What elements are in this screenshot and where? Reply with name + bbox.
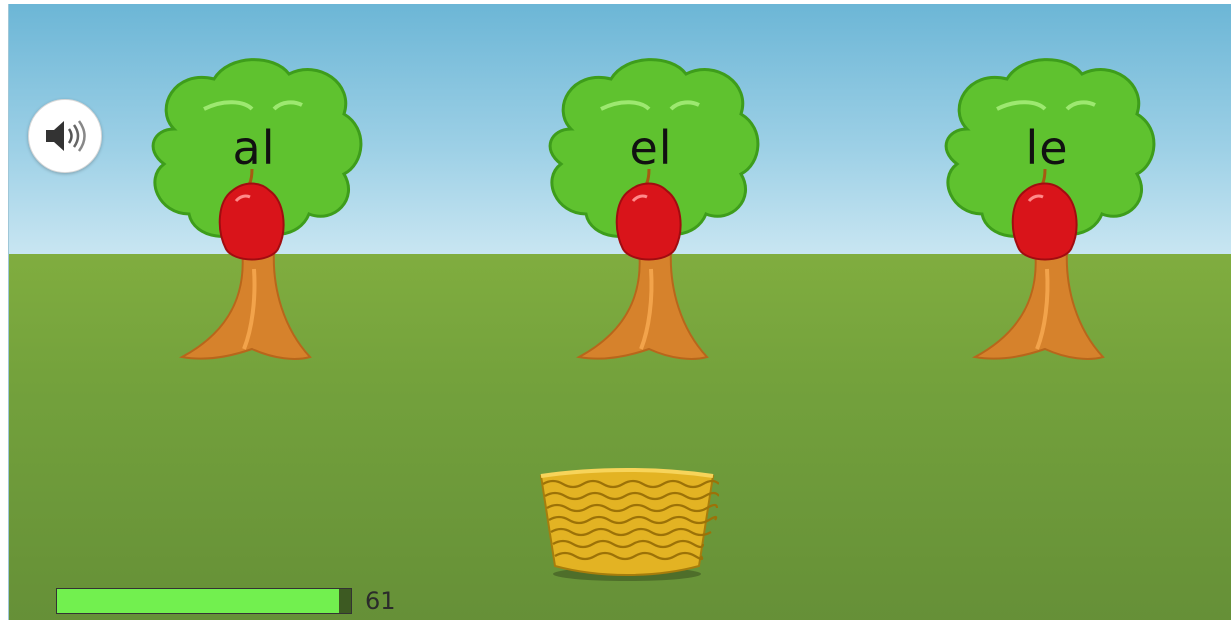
tree-icon (151, 58, 363, 360)
tree-word-1[interactable]: al (134, 49, 374, 369)
sound-button[interactable] (28, 99, 102, 173)
tree-word-label: el (629, 121, 673, 175)
tree-icon (548, 58, 760, 360)
tree-word-2[interactable]: el (531, 49, 771, 369)
game-stage: al el le 61 (8, 4, 1231, 620)
basket-icon (539, 468, 720, 581)
speaker-icon (46, 120, 86, 152)
tree-word-3[interactable]: le (927, 49, 1167, 369)
tree-word-label: le (1025, 121, 1069, 175)
timer-progress-bar (56, 588, 352, 614)
tree-icon (944, 58, 1156, 360)
timer-progress-fill (57, 589, 340, 613)
basket[interactable] (535, 468, 720, 584)
tree-word-label: al (232, 121, 276, 175)
timer-value: 61 (365, 587, 396, 615)
